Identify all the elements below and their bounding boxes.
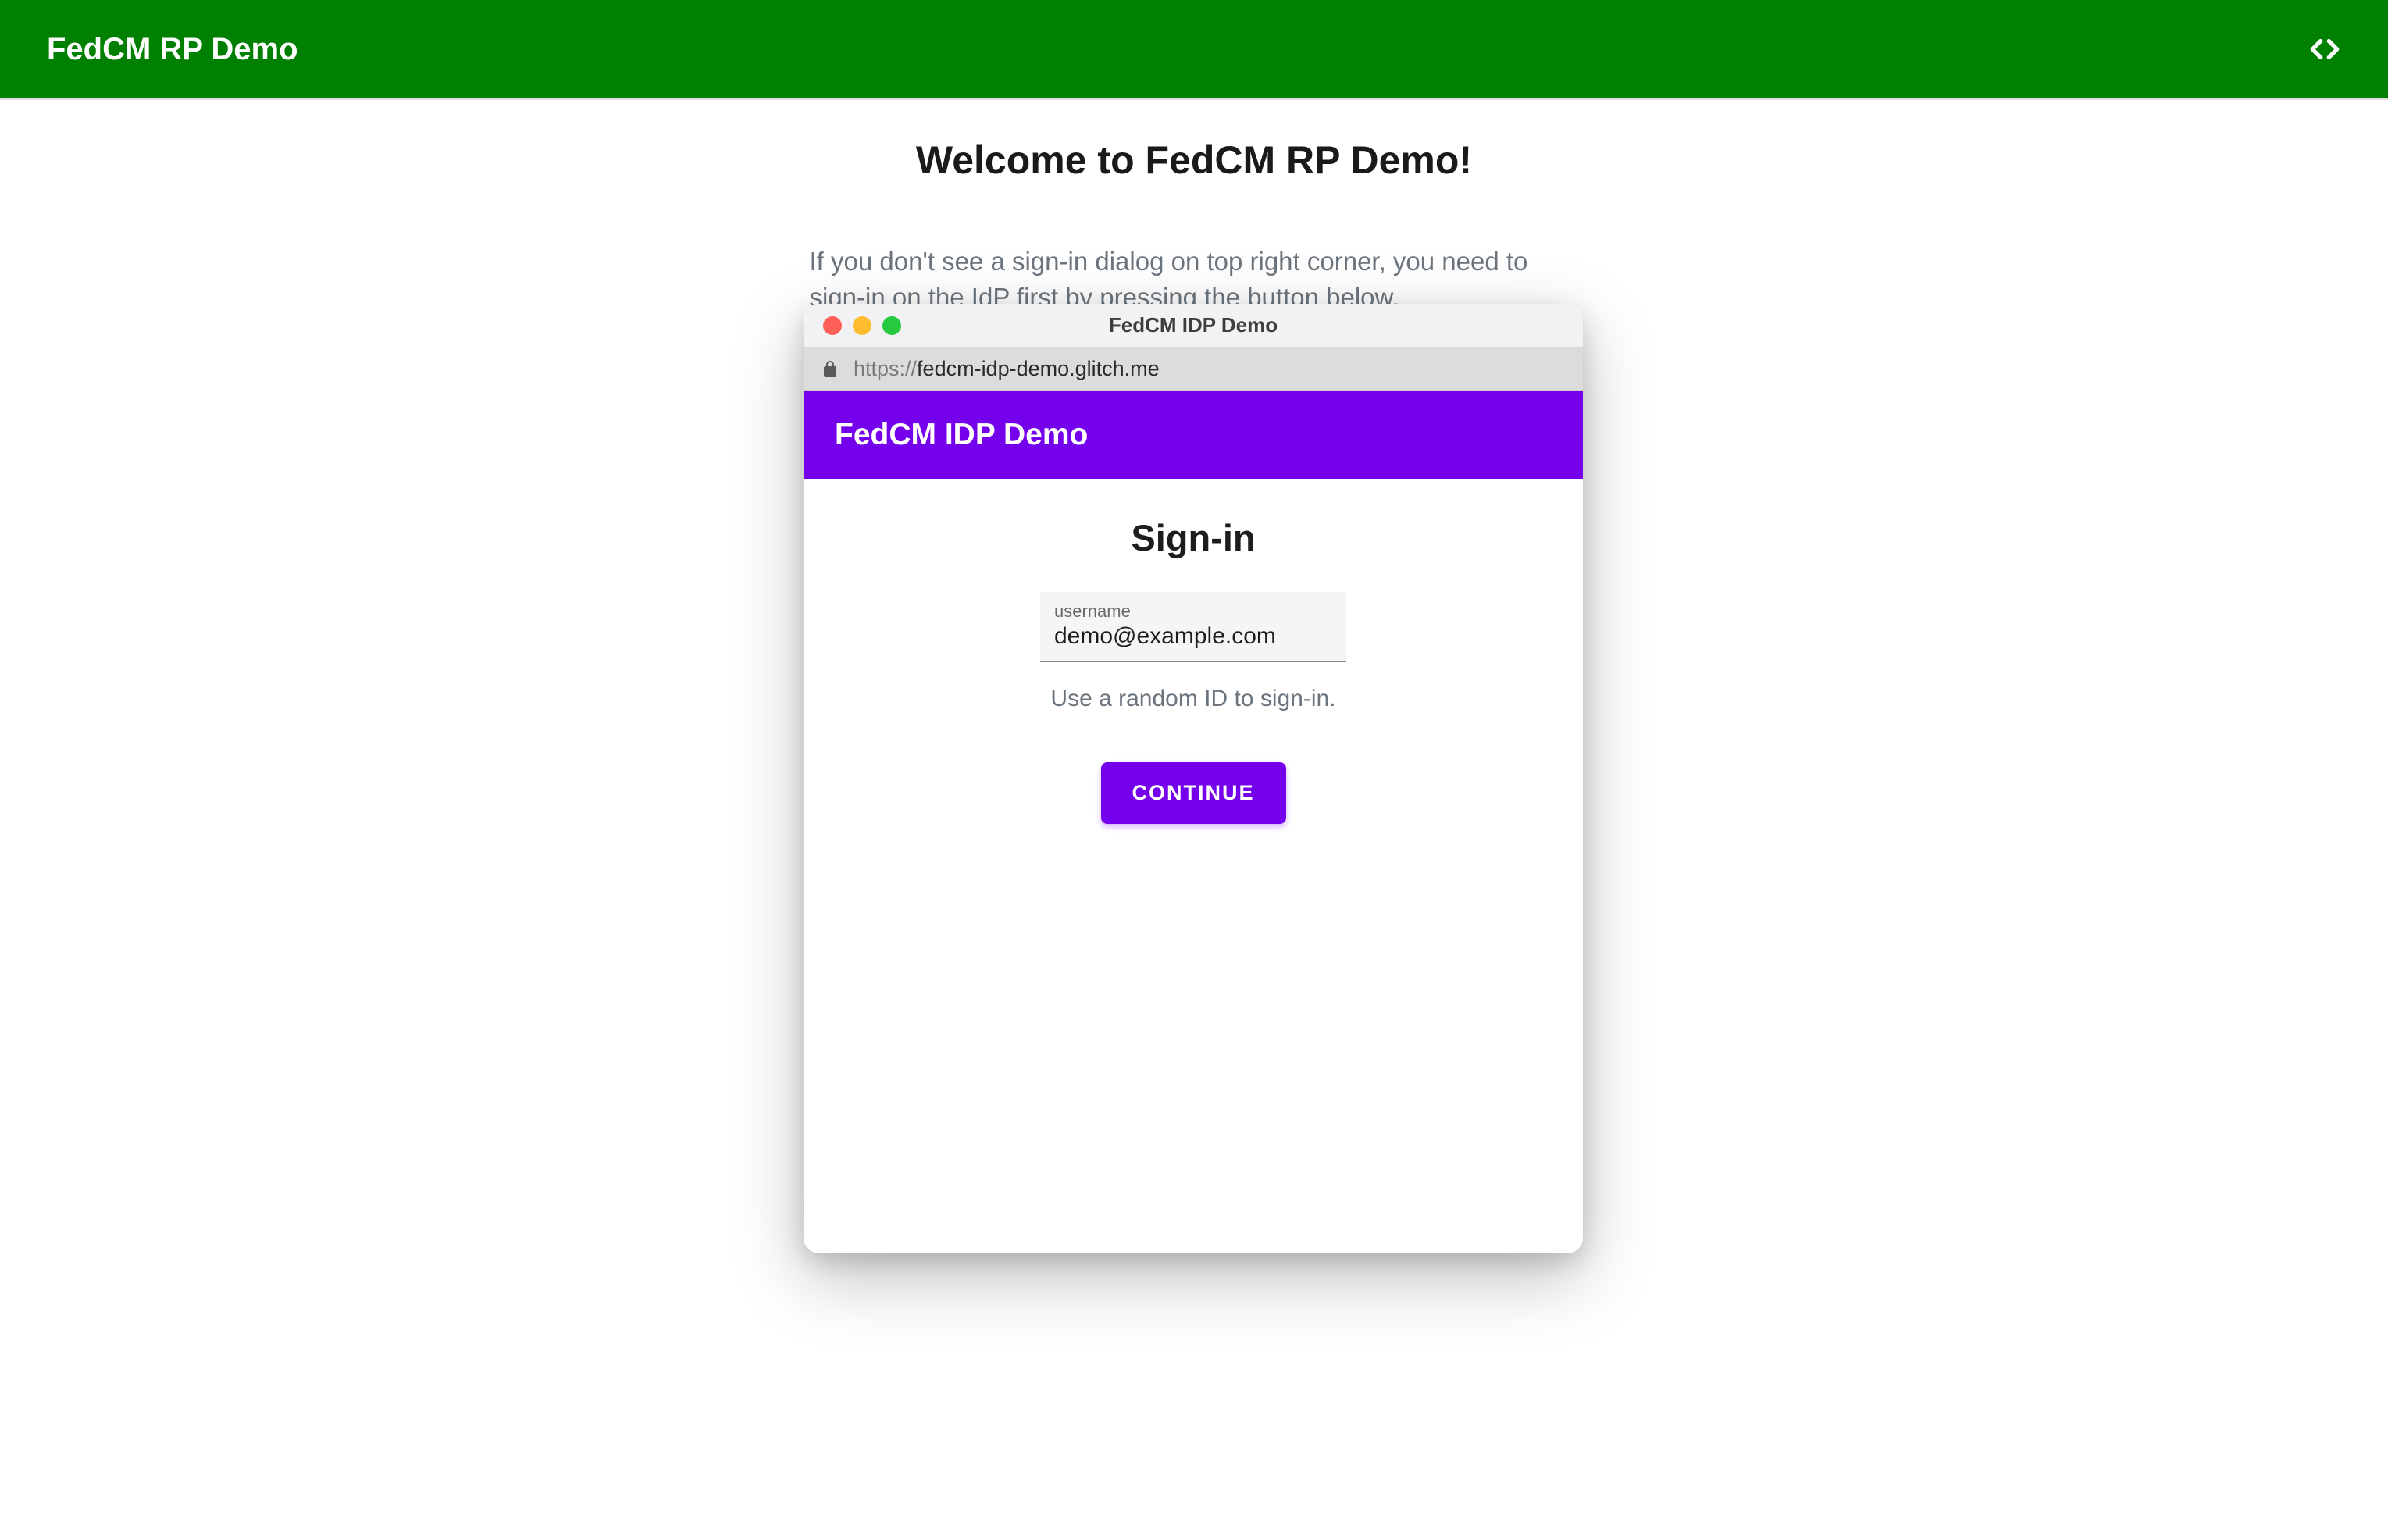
lock-icon <box>821 360 839 379</box>
main-content: Welcome to FedCM RP Demo! If you don't s… <box>0 100 2388 315</box>
maximize-window-button[interactable] <box>882 316 901 335</box>
url-text: https://fedcm-idp-demo.glitch.me <box>854 357 1160 381</box>
page-title: Welcome to FedCM RP Demo! <box>916 137 1472 183</box>
username-field[interactable]: username <box>1040 592 1346 662</box>
signin-content: Sign-in username Use a random ID to sign… <box>804 479 1583 1253</box>
idp-popup-window: FedCM IDP Demo https://fedcm-idp-demo.gl… <box>804 304 1583 1253</box>
app-header: FedCM RP Demo <box>0 0 2388 100</box>
code-icon[interactable] <box>2308 33 2341 66</box>
app-title: FedCM RP Demo <box>47 32 298 67</box>
url-bar: https://fedcm-idp-demo.glitch.me <box>804 348 1583 391</box>
traffic-lights <box>804 316 901 335</box>
window-titlebar: FedCM IDP Demo <box>804 304 1583 348</box>
minimize-window-button[interactable] <box>853 316 871 335</box>
signin-title: Sign-in <box>1131 516 1255 559</box>
continue-button[interactable]: CONTINUE <box>1101 762 1286 824</box>
window-title: FedCM IDP Demo <box>804 313 1583 337</box>
idp-header: FedCM IDP Demo <box>804 391 1583 479</box>
username-input[interactable] <box>1054 623 1332 650</box>
url-host: fedcm-idp-demo.glitch.me <box>917 357 1160 380</box>
idp-header-title: FedCM IDP Demo <box>835 418 1088 452</box>
close-window-button[interactable] <box>823 316 842 335</box>
username-label: username <box>1054 601 1332 622</box>
url-protocol: https:// <box>854 357 917 380</box>
helper-text: Use a random ID to sign-in. <box>1050 686 1335 712</box>
